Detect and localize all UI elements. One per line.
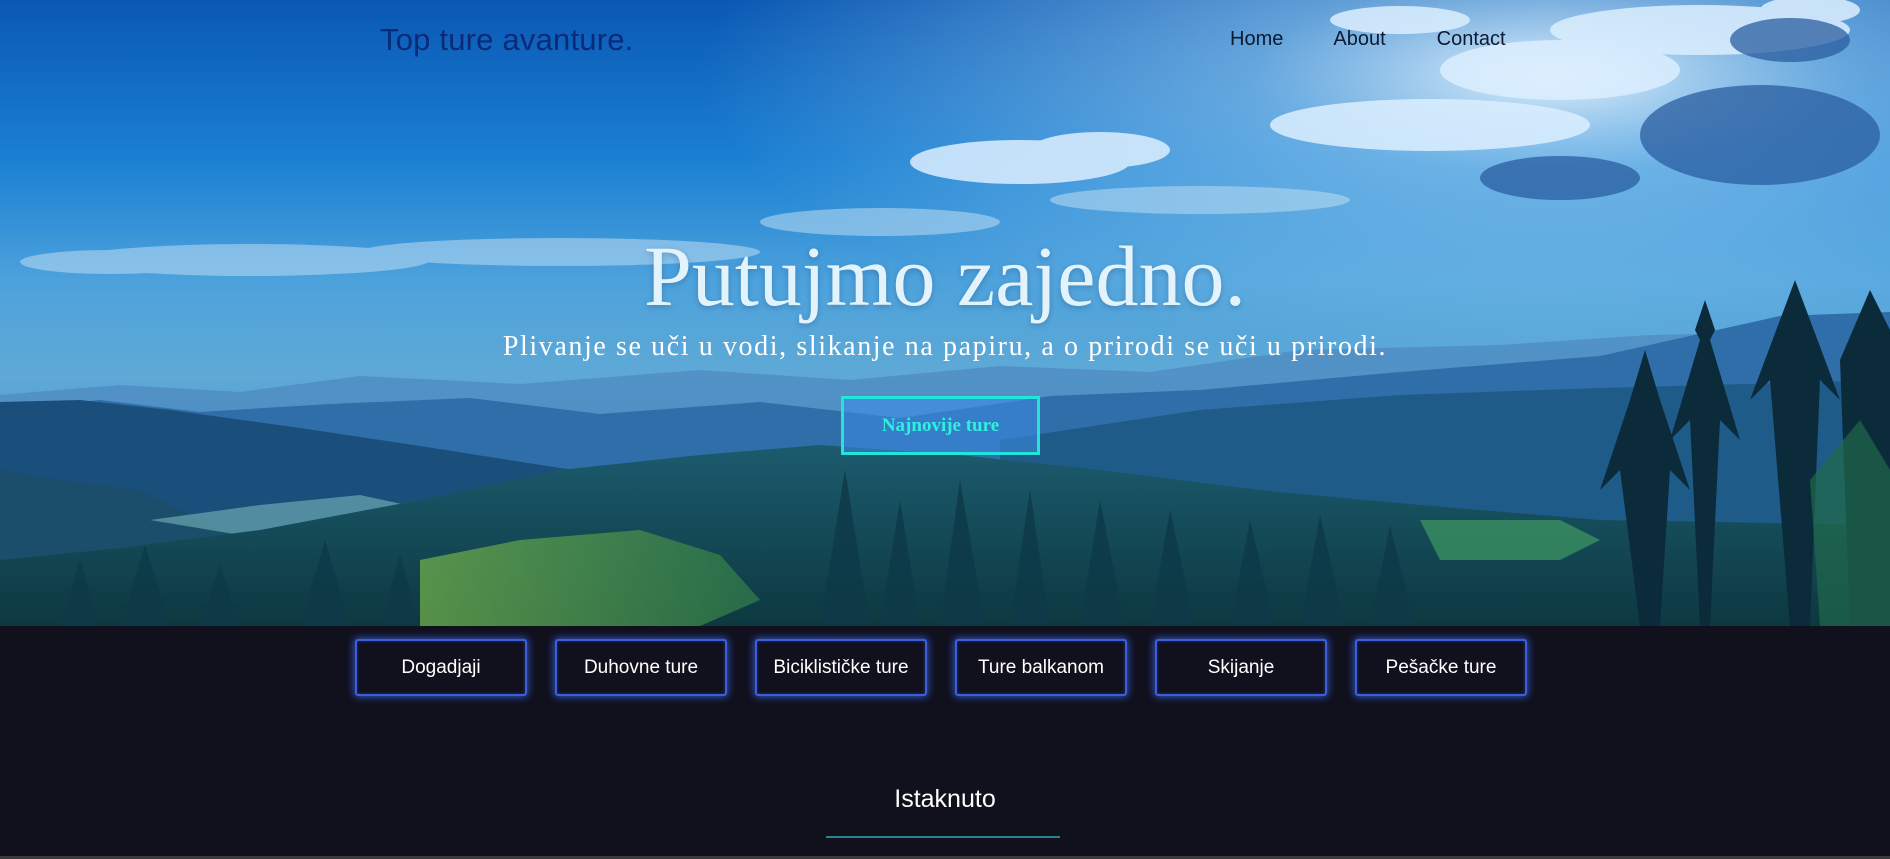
page: Top ture avanture. Home About Contact Pu… bbox=[0, 0, 1890, 859]
category-button-duhovne-ture[interactable]: Duhovne ture bbox=[555, 639, 727, 696]
category-button-pesacke-ture[interactable]: Pešačke ture bbox=[1355, 639, 1527, 696]
nav-contact-link[interactable]: Contact bbox=[1437, 28, 1506, 51]
section-divider bbox=[826, 836, 1060, 838]
brand-logo[interactable]: Top ture avanture. bbox=[380, 22, 633, 58]
category-button-skijanje[interactable]: Skijanje bbox=[1155, 639, 1327, 696]
category-button-biciklisticke-ture[interactable]: Biciklističke ture bbox=[755, 639, 927, 696]
hero-subtitle: Plivanje se uči u vodi, slikanje na papi… bbox=[502, 331, 1388, 362]
main-nav: Home About Contact bbox=[1230, 28, 1506, 51]
hero-title: Putujmo zajedno. bbox=[644, 228, 1246, 324]
nav-home-link[interactable]: Home bbox=[1230, 28, 1283, 51]
section-title-featured: Istaknuto bbox=[894, 785, 996, 813]
nav-about-link[interactable]: About bbox=[1333, 28, 1385, 51]
hero-banner: Top ture avanture. Home About Contact Pu… bbox=[0, 0, 1890, 626]
category-button-ture-balkanom[interactable]: Ture balkanom bbox=[955, 639, 1127, 696]
category-button-dogadjaji[interactable]: Dogadjaji bbox=[355, 639, 527, 696]
category-bar: Dogadjaji Duhovne ture Biciklističke tur… bbox=[355, 639, 1527, 696]
latest-tours-button[interactable]: Najnovije ture bbox=[841, 396, 1040, 455]
